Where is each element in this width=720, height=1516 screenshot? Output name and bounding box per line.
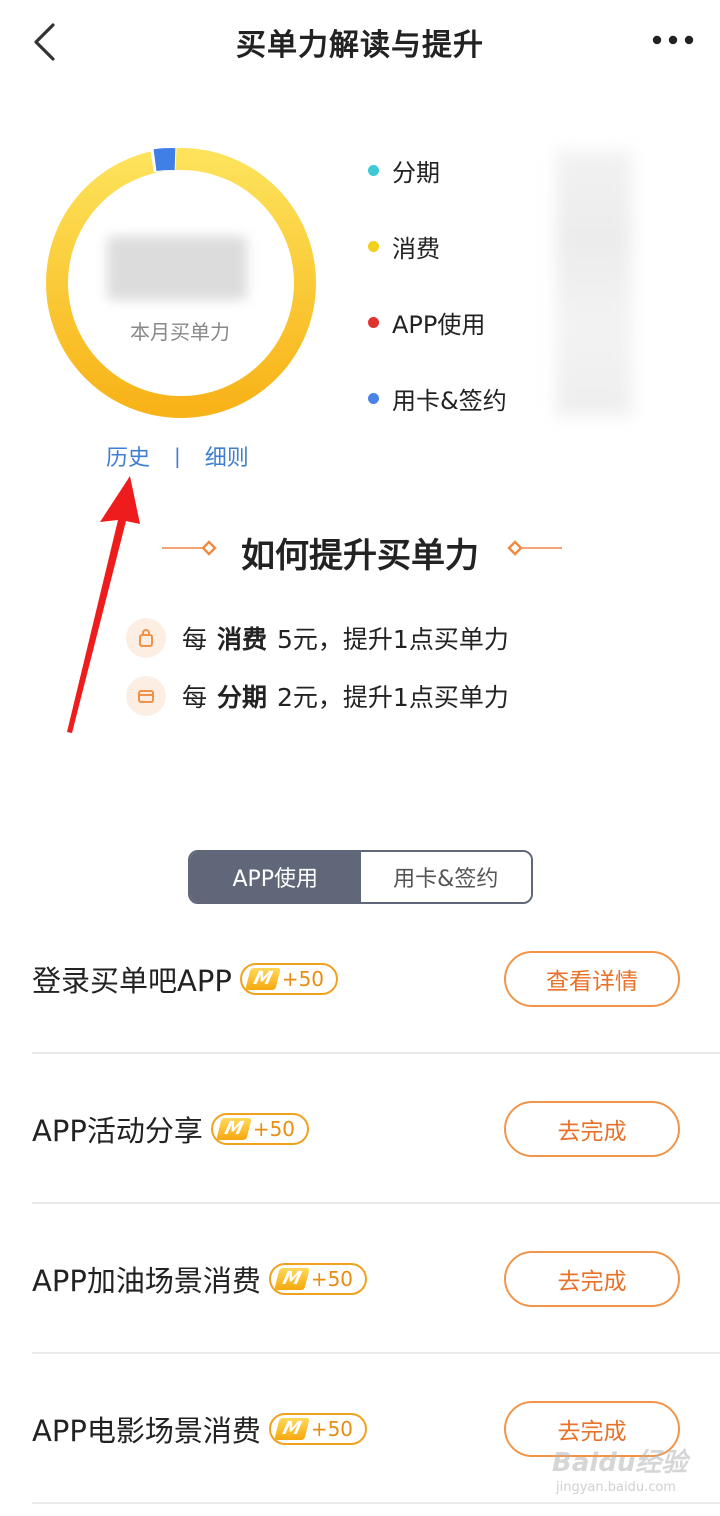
watermark-url: jingyan.baidu.com [556,1480,676,1495]
task-row: APP活动分享 M +50 去完成 [32,1054,720,1204]
rule-installment: 每 分期 2元，提升1点买单力 [126,674,509,718]
legend-label: APP使用 [392,310,486,339]
complete-button[interactable]: 去完成 [504,1251,680,1307]
hidden-legend-values [556,150,632,416]
legend-item-installment: 分期 [368,150,440,190]
rule-consumption: 每 消费 5元，提升1点买单力 [126,616,509,660]
points-badge: M +50 [268,1413,368,1445]
points-badge: M +50 [239,963,339,995]
task-row: APP加油场景消费 M +50 去完成 [32,1204,720,1354]
divider [32,1502,720,1504]
legend-item-consumption: 消费 [368,226,440,266]
task-name: 登录买单吧APP [32,964,232,998]
points-value: +50 [252,1117,296,1141]
improve-title: 如何提升买单力 [241,536,479,576]
rule-text: 2元，提升1点买单力 [277,683,509,712]
rule-prefix: 每 [182,683,208,712]
rule-text: 5元，提升1点买单力 [277,625,509,654]
more-button[interactable] [648,22,698,58]
rules-link[interactable]: 细则 [205,440,249,472]
view-details-button[interactable]: 查看详情 [504,951,680,1007]
task-name-wrap: APP活动分享 M +50 [32,1054,310,1204]
legend-item-card-signing: 用卡&签约 [368,378,507,418]
improve-section-header: 如何提升买单力 [0,522,720,576]
task-row: 登录买单吧APP M +50 查看详情 [32,904,720,1054]
history-rules-links: 历史 | 细则 [106,440,249,472]
legend-item-app-usage: APP使用 [368,302,485,342]
card-icon [126,676,166,716]
m-points-icon: M [216,1118,252,1140]
task-name-wrap: APP加油场景消费 M +50 [32,1204,368,1354]
tab-app-usage[interactable]: APP使用 [190,852,361,902]
points-badge: M +50 [210,1113,310,1145]
rule-keyword: 分期 [217,683,268,712]
baidu-watermark: Baidu经验 jingyan.baidu.com [552,1442,692,1502]
legend-label: 分期 [392,158,440,187]
task-name-wrap: 登录买单吧APP M +50 [32,904,339,1054]
page-title: 买单力解读与提升 [236,28,484,63]
m-points-icon: M [245,968,281,990]
legend-label: 消费 [392,234,440,263]
m-points-icon: M [274,1418,310,1440]
category-tabs: APP使用 用卡&签约 [188,850,533,904]
rule-prefix: 每 [182,625,208,654]
top-bar: 买单力解读与提升 [0,0,720,86]
points-value: +50 [310,1267,354,1291]
diamond-line-deco-icon [507,540,562,556]
link-separator: | [174,444,181,468]
task-name: APP电影场景消费 [32,1414,261,1448]
task-name: APP活动分享 [32,1114,203,1148]
more-dots-icon [652,35,694,45]
points-badge: M +50 [268,1263,368,1295]
points-value: +50 [310,1417,354,1441]
legend-dot [368,164,379,176]
m-points-icon: M [274,1268,310,1290]
task-name: APP加油场景消费 [32,1264,261,1298]
rule-keyword: 消费 [217,625,268,654]
shopping-bag-icon [126,618,166,658]
legend-dot [368,392,379,404]
donut-caption: 本月买单力 [130,320,230,344]
legend-dot [368,316,379,328]
watermark-text: Baidu经验 [552,1448,688,1478]
task-name-wrap: APP电影场景消费 M +50 [32,1354,368,1504]
legend-dot [368,240,379,252]
complete-button[interactable]: 去完成 [504,1101,680,1157]
legend-label: 用卡&签约 [392,386,507,415]
hidden-score-value [107,236,247,300]
points-value: +50 [281,967,325,991]
history-link[interactable]: 历史 [106,440,150,472]
tab-card-signing[interactable]: 用卡&签约 [360,852,531,902]
